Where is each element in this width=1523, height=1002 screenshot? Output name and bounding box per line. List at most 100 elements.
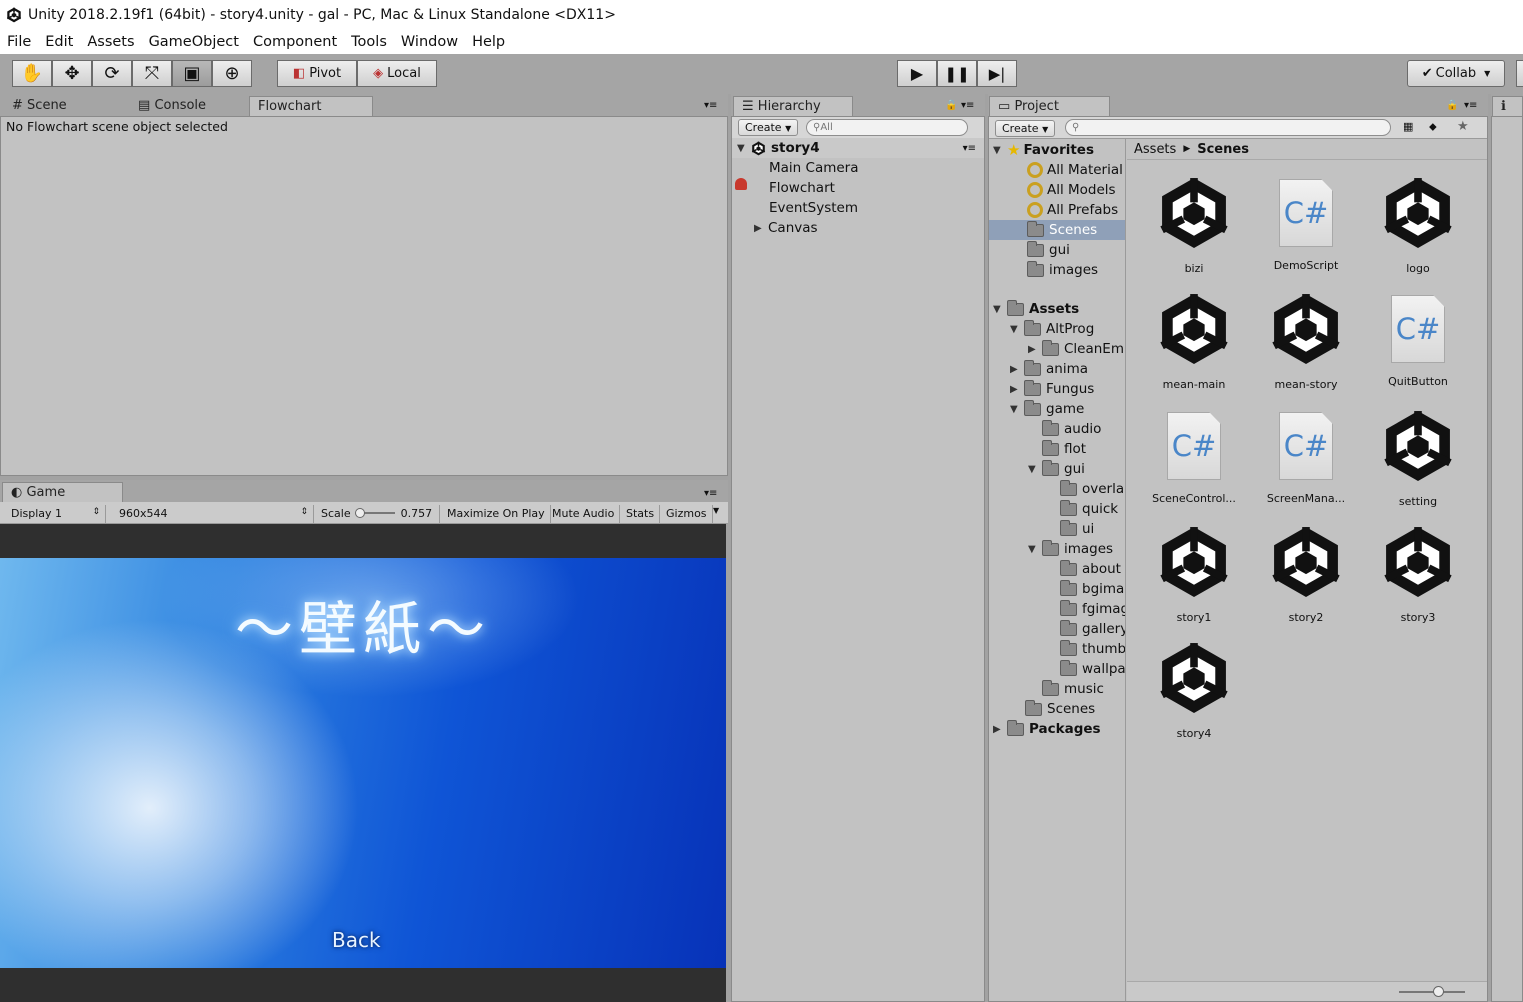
tab-hierarchy[interactable]: ☰ Hierarchy [733,96,853,116]
asset-item[interactable]: C# ScreenMana... [1250,408,1362,505]
asset-item[interactable]: bizi [1138,175,1250,275]
folder-row[interactable]: fgimag [1060,599,1125,619]
favorite-item[interactable]: All Material [1027,160,1123,180]
breadcrumb-scenes[interactable]: Scenes [1197,142,1249,157]
folder-row[interactable]: wallpa [1060,659,1125,679]
gizmos-toggle[interactable]: Gizmos [661,505,713,523]
filter-by-label-icon[interactable]: ⬥ [1429,120,1437,134]
lock-icon[interactable]: 🔒 [945,100,957,111]
rotate-tool-icon[interactable]: ⟳ [92,60,132,87]
favorite-item-selected[interactable]: Scenes [989,220,1125,240]
asset-item[interactable]: story3 [1362,524,1474,624]
hand-tool-icon[interactable]: ✋ [12,60,52,87]
expand-arrow-icon[interactable]: ▼ [1028,544,1042,555]
tab-inspector[interactable]: ℹ [1492,96,1523,116]
icon-size-slider-thumb[interactable] [1433,986,1444,997]
favorites-row[interactable]: ▼ ★ Favorites [993,140,1094,160]
packages-root-row[interactable]: ▶ Packages [993,719,1101,739]
folder-row[interactable]: ▶ CleanEm [1028,339,1124,359]
collapse-arrow-icon[interactable]: ▶ [993,724,1007,735]
project-search-input[interactable]: ⚲ [1065,119,1391,136]
tab-game[interactable]: ◐ Game [2,482,123,502]
folder-row[interactable]: ▼ images [1028,539,1113,559]
hierarchy-search-input[interactable]: ⚲ All [806,119,968,136]
pause-button[interactable]: ❚❚ [937,60,977,87]
tab-flowchart[interactable]: Flowchart [249,96,373,116]
asset-item[interactable]: C# SceneControl... [1138,408,1250,505]
hierarchy-item-canvas[interactable]: ▶ Canvas [754,218,818,238]
menu-file[interactable]: File [0,34,38,50]
scale-thumb[interactable] [354,507,365,518]
menu-assets[interactable]: Assets [80,34,141,50]
hierarchy-item[interactable]: Main Camera [769,158,859,178]
local-button[interactable]: ◈ Local [357,60,437,87]
favorite-item[interactable]: All Models [1027,180,1116,200]
folder-row[interactable]: ▼ game [1010,399,1084,419]
expand-arrow-icon[interactable]: ▼ [1028,464,1042,475]
hierarchy-item[interactable]: EventSystem [769,198,858,218]
breadcrumb-assets[interactable]: Assets [1134,142,1176,157]
expand-arrow-icon[interactable]: ▼ [993,145,1007,156]
asset-item[interactable]: mean-story [1250,291,1362,391]
display-select[interactable]: Display 1 ⇕ [6,505,106,523]
scene-root-row[interactable]: ▼ story4 ▾≡ [732,138,984,158]
menu-window[interactable]: Window [394,34,465,50]
move-tool-icon[interactable]: ✥ [52,60,92,87]
favorite-item[interactable]: images [1027,260,1098,280]
lock-icon[interactable]: 🔒 [1446,100,1458,111]
expand-arrow-icon[interactable]: ▼ [993,304,1007,315]
gizmos-dropdown-icon[interactable]: ▼ [713,506,719,515]
resolution-select[interactable]: 960x544 ⇕ [114,505,314,523]
collapse-arrow-icon[interactable]: ▶ [1010,364,1024,375]
asset-item[interactable]: story2 [1250,524,1362,624]
favorite-item[interactable]: All Prefabs [1027,200,1118,220]
menu-gameobject[interactable]: GameObject [142,34,246,50]
menu-component[interactable]: Component [246,34,344,50]
collapse-arrow-icon[interactable]: ▶ [1028,344,1042,355]
asset-item[interactable]: setting [1362,408,1474,508]
expand-arrow-icon[interactable]: ▼ [737,143,751,154]
collapse-arrow-icon[interactable]: ▶ [1010,384,1024,395]
menu-edit[interactable]: Edit [38,34,80,50]
folder-row[interactable]: flot [1042,439,1086,459]
expand-arrow-icon[interactable]: ▼ [1010,324,1024,335]
hierarchy-item[interactable]: Flowchart [769,178,835,198]
folder-row[interactable]: gallery [1060,619,1125,639]
transform-tool-icon[interactable]: ⊕ [212,60,252,87]
back-button[interactable]: Back [332,928,381,952]
filter-by-type-icon[interactable]: ▦ [1403,120,1413,133]
folder-row[interactable]: Scenes [1025,699,1095,719]
pivot-button[interactable]: ◧ Pivot [277,60,357,87]
folder-row[interactable]: audio [1042,419,1101,439]
tab-project[interactable]: ▭ Project [989,96,1110,116]
asset-item[interactable]: logo [1362,175,1474,275]
folder-row[interactable]: thumb [1060,639,1125,659]
menu-tools[interactable]: Tools [344,34,394,50]
rect-tool-icon[interactable]: ▣ [172,60,212,87]
asset-item[interactable]: C# DemoScript [1250,175,1362,272]
asset-item[interactable]: story1 [1138,524,1250,624]
tab-console[interactable]: ▤ Console [130,96,248,116]
stats-toggle[interactable]: Stats [621,505,661,523]
assets-root-row[interactable]: ▼ Assets [993,299,1079,319]
folder-row[interactable]: ▼ AltProg [1010,319,1094,339]
favorite-item[interactable]: gui [1027,240,1070,260]
collapse-arrow-icon[interactable]: ▶ [754,223,768,234]
folder-row[interactable]: quick [1060,499,1118,519]
menu-help[interactable]: Help [465,34,512,50]
folder-row[interactable]: ▼ gui [1028,459,1085,479]
step-button[interactable]: ▶| [977,60,1017,87]
icon-size-slider[interactable] [1399,991,1465,993]
hierarchy-create-button[interactable]: Create ▼ [738,119,799,136]
asset-item[interactable]: story4 [1138,640,1250,740]
project-create-button[interactable]: Create ▼ [995,120,1056,137]
game-panel-menu-icon[interactable]: ▾≡ [704,488,717,499]
asset-item[interactable]: mean-main [1138,291,1250,391]
folder-row[interactable]: bgima [1060,579,1124,599]
scale-tool-icon[interactable]: ⤧ [132,60,172,87]
account-button[interactable] [1516,60,1523,87]
collab-button[interactable]: ✔ Collab ▼ [1407,60,1505,87]
folder-row[interactable]: ▶ Fungus [1010,379,1094,399]
tab-scene[interactable]: # Scene [4,96,124,116]
folder-row[interactable]: overla [1060,479,1124,499]
